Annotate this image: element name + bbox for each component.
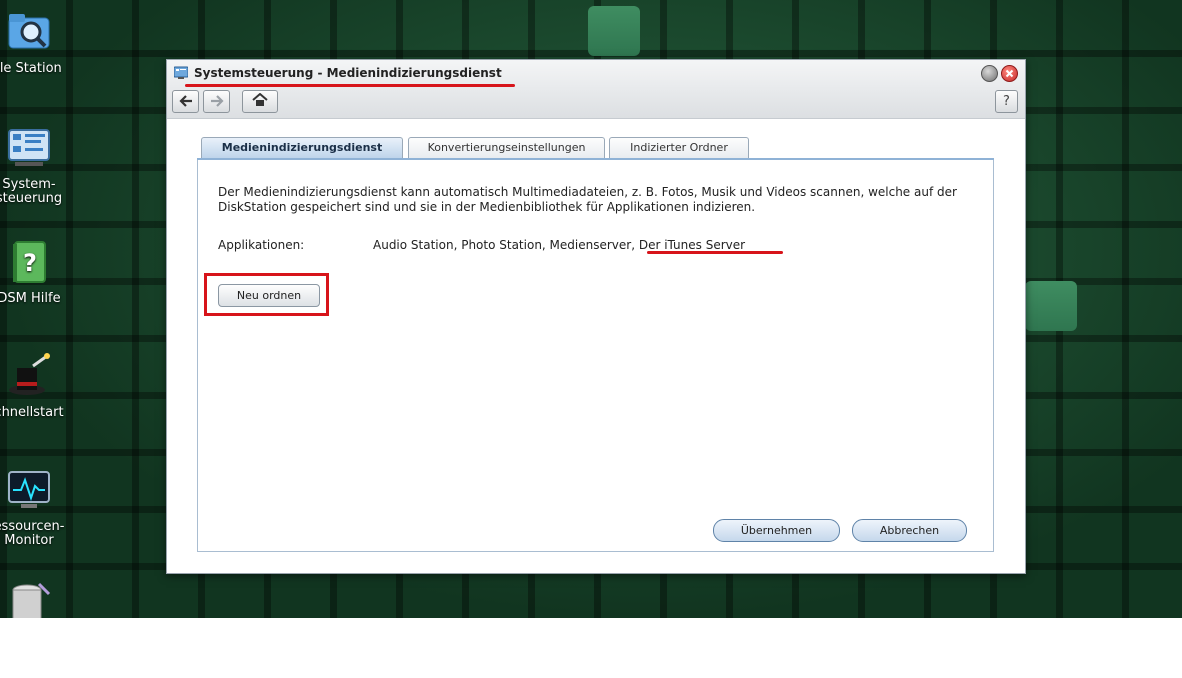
forward-button[interactable] [203, 90, 230, 113]
window-title: Systemsteuerung - Medienindizierungsdien… [194, 66, 502, 80]
desktop-icon-file-station[interactable]: ile Station [0, 8, 74, 76]
folder-search-icon [5, 8, 53, 56]
back-button[interactable] [172, 90, 199, 113]
database-icon [5, 580, 53, 618]
desktop-icon-ressourcen-monitor[interactable]: essourcen- Monitor [0, 466, 74, 548]
desktop-tile [588, 6, 640, 56]
desktop-icon-label: ile Station [0, 61, 62, 76]
desktop-icon-label: chnellstart [0, 405, 64, 420]
tab-indizierter-ordner[interactable]: Indizierter Ordner [609, 137, 749, 158]
desktop-icon-systemsteuerung[interactable]: System- steuerung [0, 124, 74, 206]
reindex-button[interactable]: Neu ordnen [218, 284, 320, 307]
apply-button[interactable]: Übernehmen [713, 519, 840, 542]
arrow-left-icon [178, 92, 193, 111]
control-panel-icon [5, 124, 53, 172]
help-button[interactable]: ? [995, 90, 1018, 113]
magic-hat-icon [5, 352, 53, 400]
control-panel-icon [173, 65, 189, 79]
applications-value: Audio Station, Photo Station, Medienserv… [373, 238, 746, 252]
close-icon[interactable] [1001, 65, 1018, 82]
window-titlebar[interactable]: Systemsteuerung - Medienindizierungsdien… [167, 60, 1025, 119]
tab-medienindizierungsdienst[interactable]: Medienindizierungsdienst [201, 137, 403, 159]
desktop-icon-storage[interactable] [0, 580, 74, 618]
annotation-underline [185, 84, 515, 87]
home-button[interactable] [242, 90, 278, 113]
help-book-icon: ? [5, 238, 53, 286]
window-content: Medienindizierungsdienst Konvertierungse… [167, 119, 1025, 573]
description-text: Der Medienindizierungsdienst kann automa… [218, 185, 957, 214]
cancel-button[interactable]: Abbrechen [852, 519, 967, 542]
annotation-underline [647, 251, 783, 254]
svg-text:?: ? [23, 249, 37, 277]
applications-label: Applikationen: [218, 238, 305, 252]
desktop-icon-label: DSM Hilfe [0, 291, 61, 306]
desktop-icon-dsm-hilfe[interactable]: ? DSM Hilfe [0, 238, 74, 306]
home-icon [252, 92, 268, 111]
desktop-icon-label: essourcen- Monitor [0, 519, 65, 548]
arrow-right-icon [210, 92, 224, 111]
tab-konvertierungseinstellungen[interactable]: Konvertierungseinstellungen [408, 137, 605, 158]
control-panel-window: Systemsteuerung - Medienindizierungsdien… [166, 59, 1026, 574]
desktop-tile [1025, 281, 1077, 331]
minimize-icon[interactable] [981, 65, 998, 82]
tab-panel: Der Medienindizierungsdienst kann automa… [197, 160, 994, 552]
desktop-icon-schnellstart[interactable]: chnellstart [0, 352, 74, 420]
desktop-icon-label: System- steuerung [0, 177, 63, 206]
resource-monitor-icon [5, 466, 53, 514]
